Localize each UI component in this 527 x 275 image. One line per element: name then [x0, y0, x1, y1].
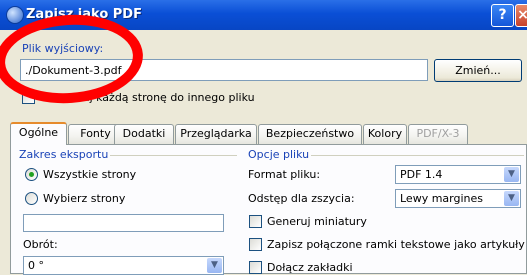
tab-colors[interactable]: Kolory	[363, 124, 407, 144]
rotation-value: 0 °	[28, 259, 44, 272]
close-button[interactable]: ×	[515, 4, 527, 27]
tab-extras[interactable]: Dodatki	[114, 124, 174, 144]
change-button[interactable]: Zmień...	[434, 59, 522, 82]
choose-pages-radio[interactable]	[25, 192, 38, 205]
general-tab-panel: Zakres eksportu Wszystkie strony Wybierz…	[10, 144, 527, 275]
save-frames-label: Zapisz połączone ramki tekstowe jako art…	[267, 238, 527, 251]
file-options-title: Opcje pliku	[246, 148, 312, 161]
format-select[interactable]: PDF 1.4 ▼	[395, 165, 521, 184]
choose-pages-label: Wybierz strony	[43, 192, 126, 205]
rotation-label: Obrót:	[23, 238, 58, 251]
thumbnails-checkbox[interactable]	[249, 215, 262, 228]
thumbnails-label: Generuj miniatury	[267, 215, 367, 228]
bookmarks-label: Dołącz zakładki	[267, 261, 353, 274]
format-value: PDF 1.4	[400, 168, 443, 181]
bookmarks-checkbox[interactable]	[249, 261, 262, 274]
app-icon	[6, 6, 24, 24]
binding-label: Odstęp dla zszycia:	[248, 192, 355, 205]
binding-value: Lewy margines	[400, 192, 483, 205]
tab-bar: Ogólne Fonty Dodatki Przeglądarka Bezpie…	[10, 122, 527, 145]
chevron-down-icon: ▼	[504, 191, 519, 206]
tab-pdfx3[interactable]: PDF/X-3	[408, 124, 468, 144]
binding-select[interactable]: Lewy margines ▼	[395, 189, 521, 208]
all-pages-label: Wszystkie strony	[43, 168, 137, 181]
tab-viewer[interactable]: Przeglądarka	[175, 124, 257, 144]
chevron-down-icon: ▼	[207, 258, 222, 273]
chevron-down-icon: ▼	[504, 167, 519, 182]
save-frames-checkbox[interactable]	[249, 238, 262, 251]
pages-input[interactable]	[23, 214, 224, 232]
rotation-select[interactable]: 0 ° ▼	[23, 256, 224, 275]
export-range-title: Zakres eksportu	[17, 148, 111, 161]
help-button[interactable]: ?	[491, 4, 514, 27]
tab-general[interactable]: Ogólne	[10, 122, 67, 145]
tab-security[interactable]: Bezpieczeństwo	[258, 124, 362, 144]
format-label: Format pliku:	[248, 168, 321, 181]
all-pages-radio[interactable]	[25, 168, 38, 181]
